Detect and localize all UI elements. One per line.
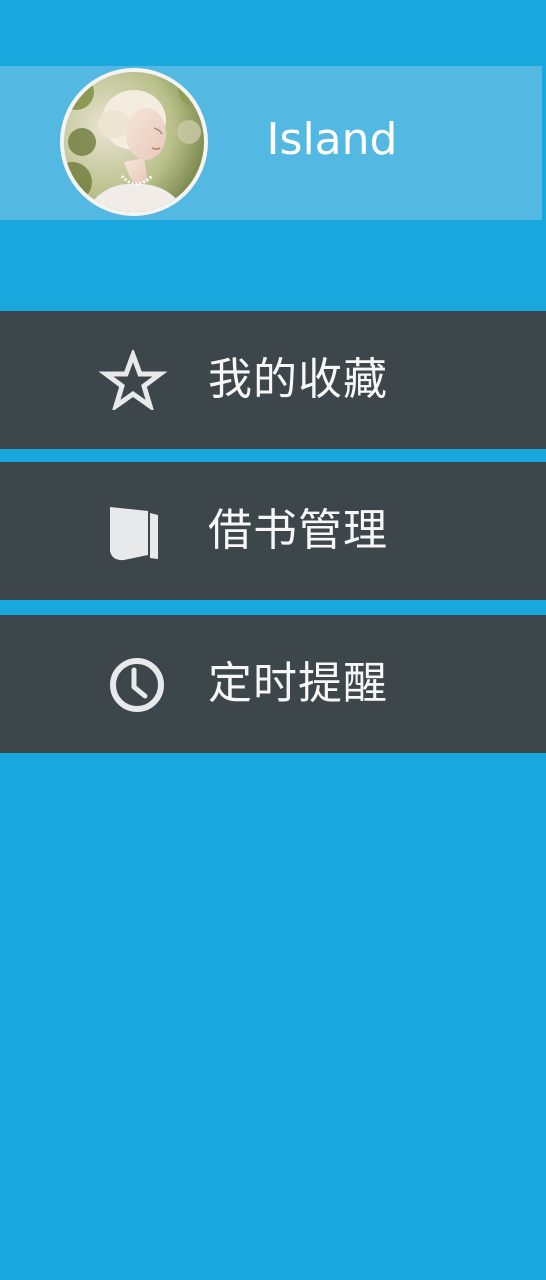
book-icon <box>98 501 168 561</box>
menu-item-book-management[interactable]: 借书管理 <box>0 462 546 600</box>
profile-header: Island <box>0 66 542 220</box>
menu-item-label: 我的收藏 <box>208 354 388 405</box>
clock-icon <box>98 654 168 714</box>
star-outline-icon <box>98 350 168 410</box>
avatar[interactable] <box>60 68 208 216</box>
menu-item-favorites[interactable]: 我的收藏 <box>0 311 546 449</box>
menu-item-label: 借书管理 <box>208 505 388 556</box>
menu-item-label: 定时提醒 <box>208 658 388 709</box>
avatar-photo <box>64 72 204 212</box>
menu-item-timed-reminder[interactable]: 定时提醒 <box>0 615 546 753</box>
username: Island <box>266 114 398 165</box>
